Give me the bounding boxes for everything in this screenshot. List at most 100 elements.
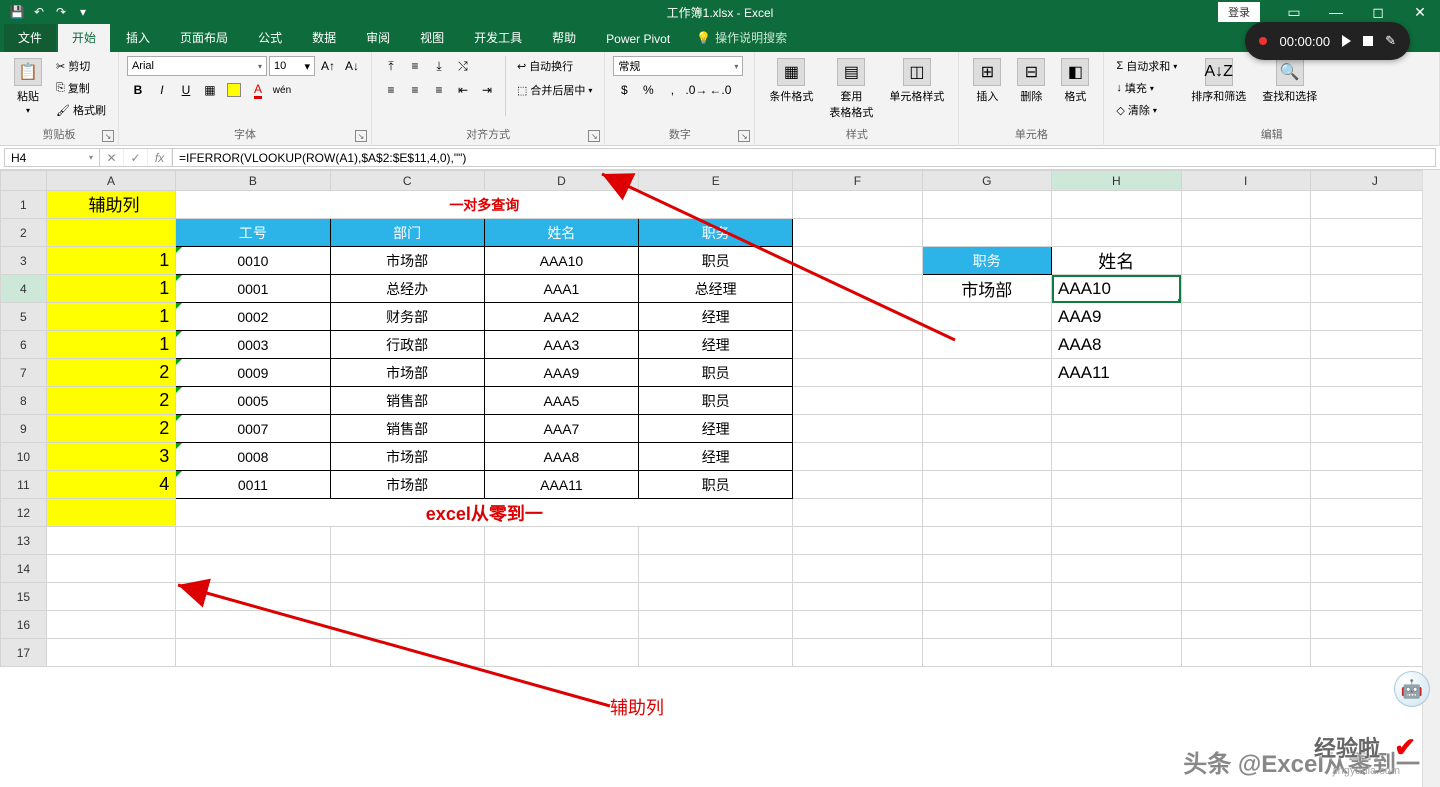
row-header[interactable]: 15 bbox=[1, 583, 47, 611]
col-header[interactable]: J bbox=[1310, 171, 1439, 191]
row-header[interactable]: 6 bbox=[1, 331, 47, 359]
tab-formulas[interactable]: 公式 bbox=[244, 23, 296, 52]
sort-filter-button[interactable]: A↓Z排序和筛选 bbox=[1185, 56, 1252, 106]
assistant-icon[interactable]: 🤖 bbox=[1394, 671, 1430, 707]
row-header[interactable]: 7 bbox=[1, 359, 47, 387]
cell[interactable]: 销售部 bbox=[330, 387, 484, 415]
decrease-decimal-icon[interactable]: ←.0 bbox=[709, 80, 731, 100]
tab-help[interactable]: 帮助 bbox=[538, 23, 590, 52]
row[interactable]: 10 3 0008 市场部 AAA8 经理 bbox=[1, 443, 1440, 471]
dialog-launcher-icon[interactable]: ↘ bbox=[588, 130, 600, 142]
spreadsheet-grid[interactable]: A B C D E F G H I J 1 辅助列 一对多查询 2 工号 部门 … bbox=[0, 170, 1440, 667]
row[interactable]: 3 1 0010 市场部 AAA10 职员 职务 姓名 bbox=[1, 247, 1440, 275]
cell[interactable]: 0007 bbox=[176, 415, 330, 443]
qat-more-icon[interactable]: ▾ bbox=[74, 3, 92, 21]
autosum-button[interactable]: Σ自动求和▾ bbox=[1112, 56, 1181, 76]
row-header[interactable]: 2 bbox=[1, 219, 47, 247]
cell[interactable]: 1 bbox=[46, 331, 176, 359]
cell[interactable]: 2 bbox=[46, 359, 176, 387]
select-all-corner[interactable] bbox=[1, 171, 47, 191]
cell[interactable]: 0011 bbox=[176, 471, 330, 499]
row-header[interactable]: 13 bbox=[1, 527, 47, 555]
align-top-icon[interactable]: ⤒ bbox=[380, 56, 402, 76]
row[interactable]: 2 工号 部门 姓名 职务 bbox=[1, 219, 1440, 247]
tab-developer[interactable]: 开发工具 bbox=[460, 23, 536, 52]
increase-font-icon[interactable]: A↑ bbox=[317, 56, 339, 76]
row-header[interactable]: 3 bbox=[1, 247, 47, 275]
insert-cells-button[interactable]: ⊞插入 bbox=[967, 56, 1007, 106]
cell[interactable]: 2 bbox=[46, 415, 176, 443]
cell[interactable]: 总经理 bbox=[639, 275, 793, 303]
name-box[interactable]: H4▾ bbox=[4, 148, 100, 167]
cell[interactable]: 1 bbox=[46, 247, 176, 275]
cell[interactable]: AAA11 bbox=[1052, 359, 1182, 387]
cell[interactable]: 职员 bbox=[639, 359, 793, 387]
cell[interactable]: 0009 bbox=[176, 359, 330, 387]
cell[interactable]: 3 bbox=[46, 443, 176, 471]
delete-cells-button[interactable]: ⊟删除 bbox=[1011, 56, 1051, 106]
cell[interactable]: 市场部 bbox=[330, 247, 484, 275]
col-header[interactable]: E bbox=[639, 171, 793, 191]
increase-indent-icon[interactable]: ⇥ bbox=[476, 80, 498, 100]
find-select-button[interactable]: 🔍查找和选择 bbox=[1256, 56, 1323, 106]
header-cell[interactable]: 部门 bbox=[330, 219, 484, 247]
fill-button[interactable]: ↓填充▾ bbox=[1112, 78, 1181, 98]
column-headers[interactable]: A B C D E F G H I J bbox=[1, 171, 1440, 191]
cell[interactable]: 0010 bbox=[176, 247, 330, 275]
cell[interactable]: 1 bbox=[46, 275, 176, 303]
cell[interactable]: 销售部 bbox=[330, 415, 484, 443]
cell[interactable]: 市场部 bbox=[330, 359, 484, 387]
align-left-icon[interactable]: ≡ bbox=[380, 80, 402, 100]
cell[interactable]: AAA2 bbox=[484, 303, 638, 331]
cell[interactable] bbox=[46, 499, 176, 527]
subtitle-cell[interactable]: excel从零到一 bbox=[176, 499, 793, 527]
formula-input[interactable]: =IFERROR(VLOOKUP(ROW(A1),$A$2:$E$11,4,0)… bbox=[173, 148, 1436, 167]
border-button[interactable]: ▦ bbox=[199, 80, 221, 100]
cell[interactable]: AAA9 bbox=[484, 359, 638, 387]
dialog-launcher-icon[interactable]: ↘ bbox=[355, 130, 367, 142]
minimize-icon[interactable]: — bbox=[1316, 0, 1356, 24]
underline-button[interactable]: U bbox=[175, 80, 197, 100]
orientation-icon[interactable]: ⤭ bbox=[452, 56, 474, 76]
row[interactable]: 16 bbox=[1, 611, 1440, 639]
cell[interactable]: 0008 bbox=[176, 443, 330, 471]
cancel-formula-icon[interactable]: ✕ bbox=[100, 149, 124, 166]
bold-button[interactable]: B bbox=[127, 80, 149, 100]
cell[interactable]: 0001 bbox=[176, 275, 330, 303]
lookup-header[interactable]: 姓名 bbox=[1052, 247, 1182, 275]
cell[interactable]: 市场部 bbox=[330, 471, 484, 499]
cell[interactable]: 总经办 bbox=[330, 275, 484, 303]
col-header[interactable]: G bbox=[922, 171, 1051, 191]
cell[interactable]: AAA8 bbox=[1052, 331, 1182, 359]
cell[interactable]: AAA3 bbox=[484, 331, 638, 359]
cell[interactable]: 4 bbox=[46, 471, 176, 499]
row[interactable]: 8 2 0005 销售部 AAA5 职员 bbox=[1, 387, 1440, 415]
row[interactable]: 12 excel从零到一 bbox=[1, 499, 1440, 527]
cell[interactable]: 市场部 bbox=[330, 443, 484, 471]
tell-me-search[interactable]: 💡 操作说明搜索 bbox=[686, 23, 797, 52]
align-bottom-icon[interactable]: ⤓ bbox=[428, 56, 450, 76]
header-cell[interactable]: 职务 bbox=[639, 219, 793, 247]
row[interactable]: 11 4 0011 市场部 AAA11 职员 bbox=[1, 471, 1440, 499]
format-as-table-button[interactable]: ▤套用 表格格式 bbox=[823, 56, 879, 122]
row-header[interactable]: 4 bbox=[1, 275, 47, 303]
align-right-icon[interactable]: ≡ bbox=[428, 80, 450, 100]
cell[interactable]: 行政部 bbox=[330, 331, 484, 359]
cell[interactable]: 经理 bbox=[639, 331, 793, 359]
row[interactable]: 9 2 0007 销售部 AAA7 经理 bbox=[1, 415, 1440, 443]
row-header[interactable]: 14 bbox=[1, 555, 47, 583]
font-name-dropdown[interactable]: Arial▾ bbox=[127, 56, 267, 76]
cell[interactable]: 0002 bbox=[176, 303, 330, 331]
row-header[interactable]: 17 bbox=[1, 639, 47, 667]
stop-icon[interactable] bbox=[1363, 36, 1373, 46]
col-header[interactable]: I bbox=[1181, 171, 1310, 191]
comma-icon[interactable]: , bbox=[661, 80, 683, 100]
tab-page-layout[interactable]: 页面布局 bbox=[166, 23, 242, 52]
clear-button[interactable]: ◇清除▾ bbox=[1112, 100, 1181, 120]
cell[interactable]: AAA1 bbox=[484, 275, 638, 303]
play-icon[interactable] bbox=[1342, 35, 1351, 47]
cell[interactable]: AAA9 bbox=[1052, 303, 1182, 331]
col-header[interactable]: F bbox=[793, 171, 922, 191]
row-header[interactable]: 12 bbox=[1, 499, 47, 527]
cell[interactable] bbox=[46, 219, 176, 247]
